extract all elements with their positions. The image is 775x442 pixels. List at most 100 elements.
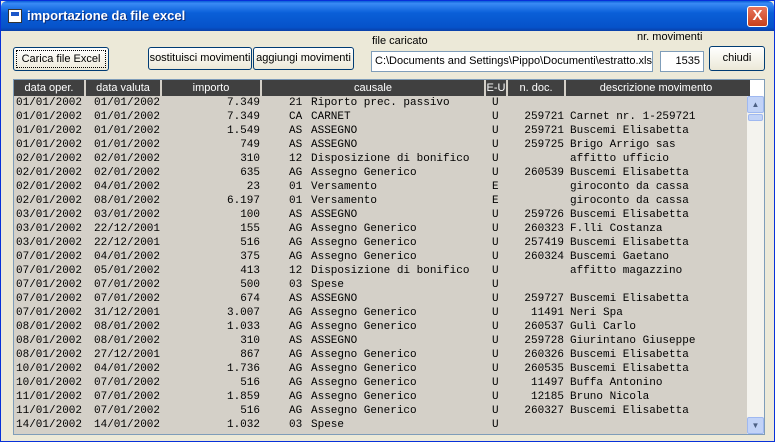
table-row[interactable]: 07/01/2002 07/01/2002 500 03 Spese U xyxy=(14,278,748,292)
cell-data-valuta: 04/01/2002 xyxy=(94,181,161,193)
cell-causale-desc: Versamento xyxy=(311,195,378,207)
window-title: importazione da file excel xyxy=(27,8,186,23)
table-row[interactable]: 03/01/2002 22/12/2001 155 AG Assegno Generic… xyxy=(14,222,748,236)
scroll-up-icon[interactable]: ▲ xyxy=(747,96,764,113)
cell-data-oper: 01/01/2002 xyxy=(16,125,83,137)
scroll-thumb[interactable] xyxy=(748,114,763,121)
cell-n-doc: 260539 xyxy=(524,167,564,179)
cell-data-valuta: 08/01/2002 xyxy=(94,335,161,347)
cell-e-u: U xyxy=(492,405,499,417)
cell-importo: 1.859 xyxy=(226,391,260,403)
cell-importo: 500 xyxy=(240,279,260,291)
cell-causale-code: AS xyxy=(289,125,303,137)
cell-data-oper: 01/01/2002 xyxy=(16,111,83,123)
column-header-importo[interactable]: importo xyxy=(162,80,262,96)
cell-importo: 100 xyxy=(240,209,260,221)
table-row[interactable]: 08/01/2002 08/01/2002 310 AS ASSEGNO U 259728 G… xyxy=(14,334,748,348)
cell-data-valuta: 22/12/2001 xyxy=(94,223,161,235)
cell-e-u: U xyxy=(492,293,499,305)
cell-descrizione: Giurintano Giuseppe xyxy=(570,335,696,347)
table-row[interactable]: 02/01/2002 02/01/2002 310 12 Disposizione di… xyxy=(14,152,748,166)
cell-causale-code: 03 xyxy=(289,419,303,431)
column-header-descrizione[interactable]: descrizione movimento xyxy=(566,80,746,96)
cell-importo: 310 xyxy=(240,153,260,165)
cell-causale-code: AG xyxy=(289,349,303,361)
cell-descrizione: Neri Spa xyxy=(570,307,623,319)
cell-n-doc: 11491 xyxy=(530,307,564,319)
cell-importo: 1.033 xyxy=(226,321,260,333)
file-path-field[interactable]: C:\Documents and Settings\Pippo\Document… xyxy=(371,51,653,72)
cell-n-doc: 259721 xyxy=(524,125,564,137)
movements-grid[interactable]: data oper. data valuta importo causale E… xyxy=(13,79,765,435)
vertical-scrollbar[interactable]: ▲ ▼ xyxy=(747,96,764,434)
cell-data-oper: 02/01/2002 xyxy=(16,153,83,165)
scroll-down-icon[interactable]: ▼ xyxy=(747,417,764,434)
cell-causale-code: AG xyxy=(289,321,303,333)
cell-descrizione: Buscemi Elisabetta xyxy=(570,167,689,179)
cell-importo: 7.349 xyxy=(226,111,260,123)
table-row[interactable]: 01/01/2002 01/01/2002 7.349 CA CARNET U 259721… xyxy=(14,110,748,124)
cell-causale-desc: CARNET xyxy=(311,111,351,123)
table-row[interactable]: 03/01/2002 03/01/2002 100 AS ASSEGNO U 259726 B… xyxy=(14,208,748,222)
table-row[interactable]: 10/01/2002 07/01/2002 516 AG Assegno Generic… xyxy=(14,376,748,390)
table-row[interactable]: 02/01/2002 02/01/2002 635 AG Assegno Generic… xyxy=(14,166,748,180)
table-row[interactable]: 10/01/2002 04/01/2002 1.736 AG Assegno Gener… xyxy=(14,362,748,376)
table-row[interactable]: 14/01/2002 14/01/2002 1.032 03 Spese U xyxy=(14,418,748,432)
table-row[interactable]: 07/01/2002 05/01/2002 413 12 Disposizione di… xyxy=(14,264,748,278)
close-button[interactable]: chiudi xyxy=(709,46,765,71)
cell-n-doc: 259727 xyxy=(524,293,564,305)
cell-data-valuta: 07/01/2002 xyxy=(94,279,161,291)
replace-movements-button[interactable]: sostituisci movimenti xyxy=(148,47,252,70)
window-close-button[interactable]: X xyxy=(747,6,768,27)
cell-causale-desc: Spese xyxy=(311,419,345,431)
table-row[interactable]: 11/01/2002 07/01/2002 1.859 AG Assegno Gener… xyxy=(14,390,748,404)
cell-descrizione: Bruno Nicola xyxy=(570,391,650,403)
table-row[interactable]: 08/01/2002 08/01/2002 1.033 AG Assegno Gener… xyxy=(14,320,748,334)
cell-causale-code: 21 xyxy=(289,97,303,109)
table-row[interactable]: 07/01/2002 07/01/2002 674 AS ASSEGNO U 259727 B… xyxy=(14,292,748,306)
cell-descrizione: Buscemi Elisabetta xyxy=(570,405,689,417)
cell-causale-desc: Assegno Generico xyxy=(311,167,417,179)
cell-e-u: U xyxy=(492,111,499,123)
table-row[interactable]: 07/01/2002 31/12/2001 3.007 AG Assegno Gener… xyxy=(14,306,748,320)
cell-data-valuta: 07/01/2002 xyxy=(94,377,161,389)
movements-count-field[interactable]: 1535 xyxy=(660,51,704,72)
load-excel-button[interactable]: Carica file Excel xyxy=(13,47,109,71)
cell-e-u: U xyxy=(492,335,499,347)
cell-importo: 413 xyxy=(240,265,260,277)
table-row[interactable]: 08/01/2002 27/12/2001 867 AG Assegno Generic… xyxy=(14,348,748,362)
cell-e-u: U xyxy=(492,349,499,361)
file-loaded-label: file caricato xyxy=(372,35,428,47)
cell-data-valuta: 01/01/2002 xyxy=(94,139,161,151)
table-row[interactable]: 11/01/2002 07/01/2002 516 AG Assegno Generic… xyxy=(14,404,748,418)
cell-descrizione: Buscemi Elisabetta xyxy=(570,349,689,361)
table-row[interactable]: 07/01/2002 04/01/2002 375 AG Assegno Generic… xyxy=(14,250,748,264)
cell-importo: 155 xyxy=(240,223,260,235)
cell-causale-desc: ASSEGNO xyxy=(311,125,358,137)
table-row[interactable]: 01/01/2002 01/01/2002 749 AS ASSEGNO U 259725 B… xyxy=(14,138,748,152)
cell-data-oper: 07/01/2002 xyxy=(16,293,83,305)
cell-data-valuta: 14/01/2002 xyxy=(94,419,161,431)
cell-causale-desc: Assegno Generico xyxy=(311,251,417,263)
add-movements-button[interactable]: aggiungi movimenti xyxy=(253,47,354,70)
cell-causale-desc: Assegno Generico xyxy=(311,321,417,333)
table-row[interactable]: 02/01/2002 08/01/2002 6.197 01 Versamento Egi… xyxy=(14,194,748,208)
table-row[interactable]: 02/01/2002 04/01/2002 23 01 Versamento Egiroc… xyxy=(14,180,748,194)
cell-data-valuta: 04/01/2002 xyxy=(94,363,161,375)
column-header-data-oper[interactable]: data oper. xyxy=(14,80,86,96)
table-row[interactable]: 01/01/2002 01/01/2002 7.349 21 Riporto prec.… xyxy=(14,96,748,110)
column-header-e-u[interactable]: E-U xyxy=(486,80,508,96)
table-row[interactable]: 03/01/2002 22/12/2001 516 AG Assegno Generic… xyxy=(14,236,748,250)
cell-data-oper: 08/01/2002 xyxy=(16,321,83,333)
cell-importo: 310 xyxy=(240,335,260,347)
column-header-causale[interactable]: causale xyxy=(262,80,486,96)
table-row[interactable]: 01/01/2002 01/01/2002 1.549 AS ASSEGNO U 25972… xyxy=(14,124,748,138)
cell-importo: 6.197 xyxy=(226,195,260,207)
cell-importo: 516 xyxy=(240,405,260,417)
cell-n-doc: 260323 xyxy=(524,223,564,235)
title-bar[interactable]: importazione da file excel X xyxy=(1,1,774,31)
column-header-data-valuta[interactable]: data valuta xyxy=(86,80,162,96)
cell-causale-code: 12 xyxy=(289,265,303,277)
column-header-n-doc[interactable]: n. doc. xyxy=(508,80,566,96)
cell-data-oper: 01/01/2002 xyxy=(16,97,83,109)
